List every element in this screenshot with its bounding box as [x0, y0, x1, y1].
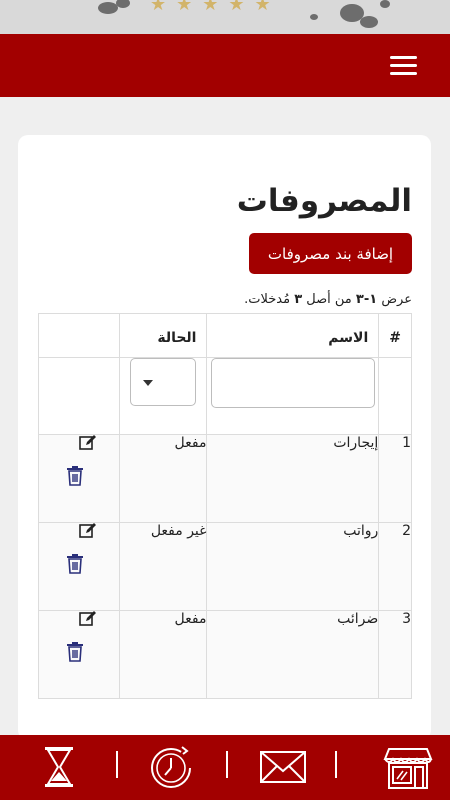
name-filter-input[interactable] — [210, 358, 375, 408]
column-header-actions — [37, 313, 121, 358]
table-row: 2 رواتب غير مفعل — [37, 522, 412, 611]
table-header-row: # الاسم الحالة — [37, 313, 412, 358]
column-header-index[interactable]: # — [378, 313, 412, 358]
filter-status-cell — [119, 357, 208, 435]
caret-down-icon — [143, 380, 154, 386]
trash-icon[interactable] — [66, 554, 84, 574]
filter-index-cell — [378, 357, 412, 435]
mail-icon[interactable] — [258, 745, 308, 789]
header-bar — [0, 34, 450, 97]
summary-range: ١-٣ — [355, 292, 378, 307]
row-index: 1 — [378, 434, 412, 523]
row-actions — [37, 522, 121, 611]
row-actions — [37, 610, 121, 699]
summary-middle: من أصل — [306, 292, 352, 307]
trash-icon[interactable] — [66, 466, 84, 486]
top-banner-image: ★★★★★ — [0, 0, 450, 34]
bottom-nav-bar — [0, 735, 450, 800]
summary-prefix: عرض — [381, 292, 412, 307]
edit-icon[interactable] — [79, 523, 97, 539]
row-status: مفعل — [119, 610, 208, 699]
filter-name-cell — [206, 357, 380, 435]
stopwatch-icon[interactable] — [146, 745, 196, 789]
row-index: 3 — [378, 610, 412, 699]
edit-icon[interactable] — [79, 435, 97, 451]
row-status: مفعل — [119, 434, 208, 523]
summary-total: ٣ — [294, 292, 303, 307]
column-header-status[interactable]: الحالة — [119, 313, 208, 358]
add-expense-item-button[interactable]: إضافة بند مصروفات — [249, 233, 412, 274]
results-summary: عرض ١-٣ من أصل ٣ مُدخلات. — [244, 292, 412, 307]
nav-separator — [335, 751, 337, 778]
stars-decoration: ★★★★★ — [150, 0, 281, 15]
summary-suffix: مُدخلات. — [244, 292, 291, 307]
column-header-name[interactable]: الاسم — [206, 313, 380, 358]
trash-icon[interactable] — [66, 642, 84, 662]
row-index: 2 — [378, 522, 412, 611]
edit-icon[interactable] — [79, 611, 97, 627]
row-name: إيجارات — [206, 434, 380, 523]
status-filter-select[interactable] — [130, 358, 197, 406]
row-actions — [37, 434, 121, 523]
row-name: ضرائب — [206, 610, 380, 699]
filter-actions-cell — [37, 357, 121, 435]
nav-separator — [116, 751, 118, 778]
table-row: 3 ضرائب مفعل — [37, 610, 412, 699]
row-name: رواتب — [206, 522, 380, 611]
table-row: 1 إيجارات مفعل — [37, 434, 412, 523]
hamburger-menu-icon[interactable] — [390, 56, 417, 76]
store-icon[interactable] — [383, 745, 433, 789]
hourglass-icon[interactable] — [34, 745, 84, 789]
filter-row — [37, 357, 412, 435]
nav-separator — [226, 751, 228, 778]
expenses-table: # الاسم الحالة 1 إيجارات مفعل 2 رواتب غي… — [37, 313, 412, 699]
row-status: غير مفعل — [119, 522, 208, 611]
page-title: المصروفات — [236, 183, 412, 219]
